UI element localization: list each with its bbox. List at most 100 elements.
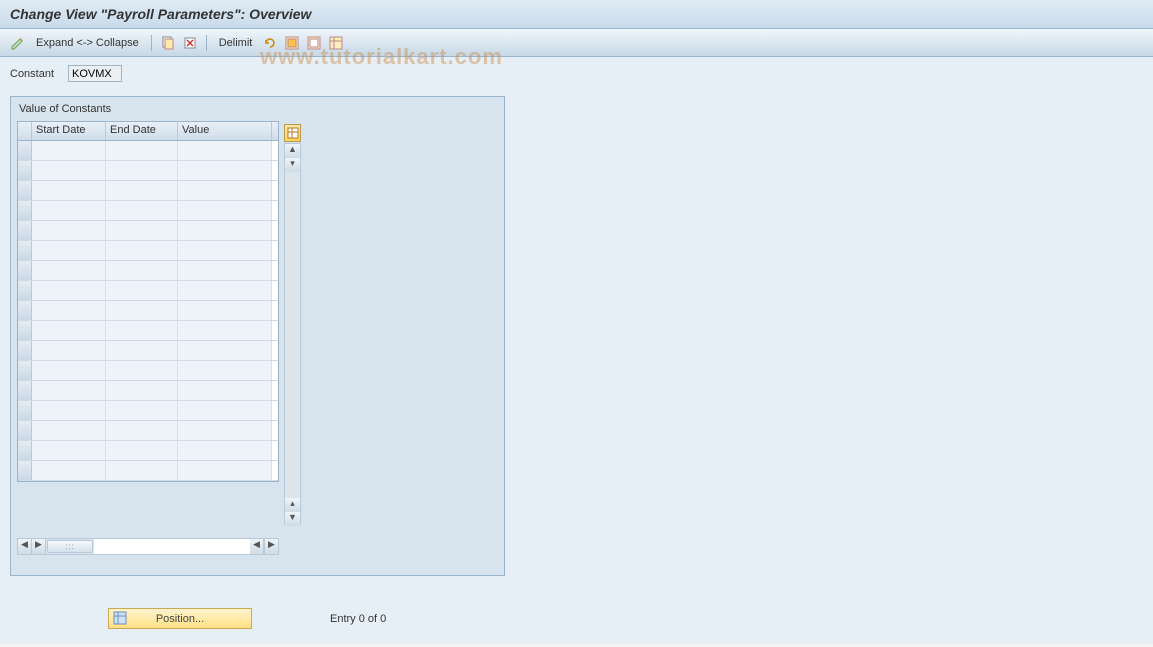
cell-start[interactable] [32,361,106,380]
horizontal-scrollbar[interactable]: ◀ ▶ ::: ◀ ▶ [17,538,279,555]
cell-value[interactable] [178,341,272,360]
delimit-button[interactable]: Delimit [215,37,257,49]
scroll-right-step-icon[interactable]: ▶ [32,539,46,554]
cell-start[interactable] [32,301,106,320]
table-row[interactable] [18,241,278,261]
cell-value[interactable] [178,441,272,460]
hscroll-track[interactable] [94,539,250,554]
table-row[interactable] [18,321,278,341]
cell-end[interactable] [106,181,178,200]
delete-icon[interactable] [182,35,198,51]
copy-icon[interactable] [160,35,176,51]
vscroll-track[interactable] [285,172,300,498]
column-header-start[interactable]: Start Date [32,122,106,140]
table-row[interactable] [18,301,278,321]
table-row[interactable] [18,221,278,241]
cell-start[interactable] [32,181,106,200]
row-selector[interactable] [18,401,32,420]
row-selector[interactable] [18,461,32,480]
row-selector[interactable] [18,361,32,380]
cell-end[interactable] [106,301,178,320]
cell-value[interactable] [178,201,272,220]
undo-icon[interactable] [262,35,278,51]
row-selector[interactable] [18,161,32,180]
cell-start[interactable] [32,441,106,460]
select-all-icon[interactable] [284,35,300,51]
row-selector[interactable] [18,141,32,160]
cell-start[interactable] [32,241,106,260]
position-button[interactable]: Position... [108,608,252,629]
cell-start[interactable] [32,341,106,360]
cell-value[interactable] [178,381,272,400]
cell-end[interactable] [106,321,178,340]
scroll-right-icon[interactable]: ▶ [264,539,278,554]
row-selector[interactable] [18,261,32,280]
row-selector[interactable] [18,221,32,240]
cell-value[interactable] [178,401,272,420]
row-selector[interactable] [18,241,32,260]
cell-value[interactable] [178,421,272,440]
deselect-all-icon[interactable] [306,35,322,51]
cell-value[interactable] [178,361,272,380]
cell-end[interactable] [106,261,178,280]
row-selector[interactable] [18,181,32,200]
scroll-left-icon[interactable]: ◀ [18,539,32,554]
cell-start[interactable] [32,261,106,280]
cell-start[interactable] [32,141,106,160]
table-row[interactable] [18,261,278,281]
cell-value[interactable] [178,261,272,280]
column-header-value[interactable]: Value [178,122,272,140]
cell-value[interactable] [178,241,272,260]
row-selector[interactable] [18,421,32,440]
scroll-up-icon[interactable]: ▲ [285,144,300,158]
cell-end[interactable] [106,421,178,440]
expand-collapse-button[interactable]: Expand <-> Collapse [32,37,143,49]
cell-start[interactable] [32,161,106,180]
cell-start[interactable] [32,381,106,400]
table-row[interactable] [18,441,278,461]
table-row[interactable] [18,161,278,181]
cell-end[interactable] [106,461,178,480]
cell-end[interactable] [106,221,178,240]
cell-value[interactable] [178,461,272,480]
cell-start[interactable] [32,221,106,240]
hscroll-thumb[interactable]: ::: [47,540,93,553]
row-selector[interactable] [18,281,32,300]
row-selector[interactable] [18,341,32,360]
cell-start[interactable] [32,461,106,480]
scroll-down2-icon[interactable]: ▴ [285,498,300,512]
table-row[interactable] [18,141,278,161]
row-selector[interactable] [18,301,32,320]
scroll-left-step-icon[interactable]: ◀ [250,539,264,554]
table-row[interactable] [18,461,278,481]
table-row[interactable] [18,281,278,301]
scroll-down-icon[interactable]: ▼ [285,512,300,526]
table-row[interactable] [18,181,278,201]
cell-end[interactable] [106,161,178,180]
table-row[interactable] [18,401,278,421]
cell-value[interactable] [178,141,272,160]
scroll-up2-icon[interactable]: ▾ [285,158,300,172]
table-settings-icon[interactable] [328,35,344,51]
row-selector[interactable] [18,441,32,460]
cell-end[interactable] [106,361,178,380]
column-header-end[interactable]: End Date [106,122,178,140]
table-row[interactable] [18,381,278,401]
cell-value[interactable] [178,181,272,200]
cell-end[interactable] [106,201,178,220]
cell-end[interactable] [106,401,178,420]
row-selector[interactable] [18,201,32,220]
cell-end[interactable] [106,141,178,160]
cell-value[interactable] [178,301,272,320]
cell-start[interactable] [32,281,106,300]
cell-end[interactable] [106,341,178,360]
cell-end[interactable] [106,381,178,400]
cell-start[interactable] [32,201,106,220]
cell-value[interactable] [178,161,272,180]
cell-end[interactable] [106,441,178,460]
constant-field[interactable] [68,65,122,82]
cell-end[interactable] [106,281,178,300]
cell-start[interactable] [32,421,106,440]
change-mode-icon[interactable] [10,35,26,51]
cell-start[interactable] [32,321,106,340]
